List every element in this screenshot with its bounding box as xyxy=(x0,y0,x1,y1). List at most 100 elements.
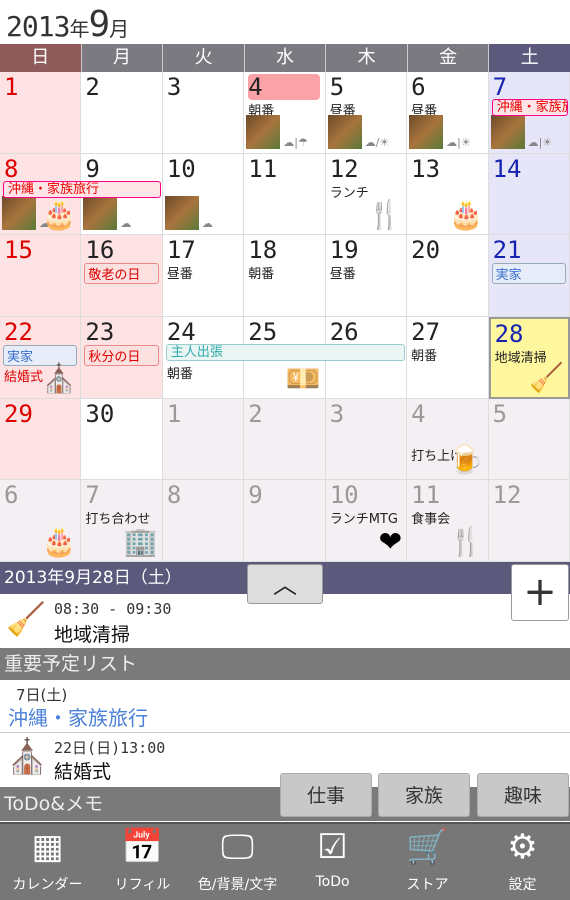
day-cell[interactable]: 11 xyxy=(244,153,326,236)
food-photo xyxy=(409,114,444,149)
day-cell[interactable]: 12 xyxy=(488,480,570,562)
food-photo xyxy=(83,196,118,231)
day-cell[interactable]: 8 xyxy=(162,480,245,562)
day-cell[interactable]: 16 敬老の日 xyxy=(81,235,163,317)
important-list-header: 重要予定リスト xyxy=(0,648,570,680)
day-cell[interactable]: 3 xyxy=(162,72,245,154)
event-label: 朝番 xyxy=(166,367,193,382)
day-cell[interactable]: 28 地域清掃 🧹 xyxy=(488,317,570,399)
weekday-tue: 火 xyxy=(163,44,245,72)
day-cell[interactable]: 9 xyxy=(244,480,326,562)
day-cell[interactable]: 20 xyxy=(407,235,489,317)
category-family-button[interactable]: 家族 xyxy=(378,773,470,817)
day-cell[interactable]: 2 xyxy=(81,72,163,154)
day-number: 23 xyxy=(85,318,115,346)
category-work-button[interactable]: 仕事 xyxy=(280,773,372,817)
day-cell[interactable]: 6 昼番 ☁|☀ xyxy=(407,72,489,154)
weather-icon: ☁|☀ xyxy=(527,135,553,149)
nav-calendar[interactable]: ▦ カレンダー xyxy=(0,824,95,900)
weekday-wed: 水 xyxy=(244,44,327,72)
day-cell[interactable]: 13 🎂 xyxy=(407,153,489,236)
day-number: 29 xyxy=(4,399,33,428)
multi-day-event-bar[interactable]: 沖縄・家族旅行 xyxy=(3,180,161,198)
day-cell[interactable]: 2 xyxy=(244,398,326,481)
day-cell[interactable]: 5 xyxy=(488,398,570,481)
day-cell[interactable]: 14 xyxy=(488,153,570,236)
day-number: 5 xyxy=(329,73,345,101)
day-cell[interactable]: 4 打ち上げ 🍺 xyxy=(407,398,489,481)
day-cell[interactable]: 12 ランチ 🍴 xyxy=(325,153,408,236)
day-number: 8 xyxy=(166,481,182,510)
multi-day-event-bar[interactable]: 沖縄・家族旅行 xyxy=(491,99,568,116)
day-number: 17 xyxy=(166,236,196,265)
day-number: 12 xyxy=(329,154,359,183)
day-cell[interactable]: 30 xyxy=(81,398,163,481)
day-cell[interactable]: 10 ☁ xyxy=(162,153,245,236)
day-number: 18 xyxy=(248,236,278,265)
event-label: 実家 xyxy=(491,263,566,285)
nav-cart[interactable]: 🛒 ストア xyxy=(380,824,475,900)
nav-refill[interactable]: 📅 リフィル xyxy=(95,824,190,900)
day-number: 11 xyxy=(411,481,441,510)
day-cell[interactable]: 23 秋分の日 xyxy=(81,317,163,399)
weather-icon: ☁/☀ xyxy=(364,135,390,149)
day-cell[interactable]: 27 朝番 xyxy=(407,317,489,399)
day-number: 9 xyxy=(85,154,100,183)
day-number: 30 xyxy=(85,399,115,428)
nav-label: ToDo xyxy=(315,874,350,890)
day-cell[interactable]: 1 xyxy=(0,72,82,154)
day-cell[interactable]: 5 昼番 ☁/☀ xyxy=(325,72,408,154)
nav-label: 設定 xyxy=(508,877,537,893)
day-cell[interactable]: 1 xyxy=(162,398,245,481)
stamp-icon: ⛪ xyxy=(41,361,77,395)
nav-checkbox[interactable]: ☑ ToDo xyxy=(285,824,380,900)
day-cell[interactable]: 29 xyxy=(0,398,82,481)
weekday-sun: 日 xyxy=(0,44,82,72)
stamp-icon: 🍴 xyxy=(367,198,403,232)
checkbox-icon: ☑ xyxy=(317,827,348,867)
day-cell[interactable]: 6 🎂 xyxy=(0,480,82,562)
stamp-icon: 💴 xyxy=(285,361,321,395)
category-hobby-button[interactable]: 趣味 xyxy=(477,773,569,817)
stamp-icon: 🎂 xyxy=(41,198,77,232)
holiday-label: 秋分の日 xyxy=(84,345,159,366)
important-title: 沖縄・家族旅行 xyxy=(8,706,148,730)
day-cell[interactable]: 15 xyxy=(0,235,82,317)
nav-gear[interactable]: ⚙ 設定 xyxy=(475,824,570,900)
day-cell[interactable]: 17 昼番 xyxy=(162,235,245,317)
day-cell[interactable]: 7 打ち合わせ 🏢 xyxy=(81,480,163,562)
nav-label: 色/背景/文字 xyxy=(197,877,278,893)
weather-icon: ☁ xyxy=(120,217,132,231)
nav-monitor[interactable]: 🖵 色/背景/文字 xyxy=(190,824,285,900)
multi-day-event-bar[interactable]: 主人出張 xyxy=(165,344,406,361)
day-number: 7 xyxy=(492,73,508,101)
day-number: 5 xyxy=(492,399,508,428)
day-cell[interactable]: 4 朝番 ☁|☂ xyxy=(244,72,326,154)
month-title: 2013年9月 xyxy=(6,4,129,45)
day-cell[interactable]: 21 実家 xyxy=(488,235,570,317)
day-number: 13 xyxy=(411,154,441,183)
day-cell[interactable]: 11 食事会 🍴 xyxy=(407,480,489,562)
day-number: 21 xyxy=(492,236,522,265)
day-number: 19 xyxy=(329,236,359,265)
important-date: 22日(日)13:00 xyxy=(54,739,166,757)
day-number: 6 xyxy=(4,481,19,510)
holiday-label: 敬老の日 xyxy=(84,263,159,285)
day-number: 4 xyxy=(411,399,426,428)
day-number: 3 xyxy=(329,399,345,428)
day-number: 14 xyxy=(492,154,522,183)
day-number: 1 xyxy=(4,73,19,101)
schedule-item[interactable]: 🧹 08:30 - 09:30 地域清掃 xyxy=(0,594,570,648)
day-cell[interactable]: 19 昼番 xyxy=(325,235,408,317)
important-item[interactable]: 7日(土) 沖縄・家族旅行 xyxy=(0,680,570,733)
day-number: 20 xyxy=(411,236,441,265)
day-number: 1 xyxy=(166,399,182,428)
day-cell[interactable]: 3 xyxy=(325,398,408,481)
event-label: 朝番 xyxy=(411,349,438,364)
day-number: 3 xyxy=(166,73,182,101)
event-label: 昼番 xyxy=(166,267,193,283)
day-cell[interactable]: 22 実家 結婚式 ⛪ xyxy=(0,317,82,399)
day-cell[interactable]: 18 朝番 xyxy=(244,235,326,317)
day-cell[interactable]: 10 ランチMTG ❤ xyxy=(325,480,408,562)
food-photo xyxy=(327,114,362,149)
